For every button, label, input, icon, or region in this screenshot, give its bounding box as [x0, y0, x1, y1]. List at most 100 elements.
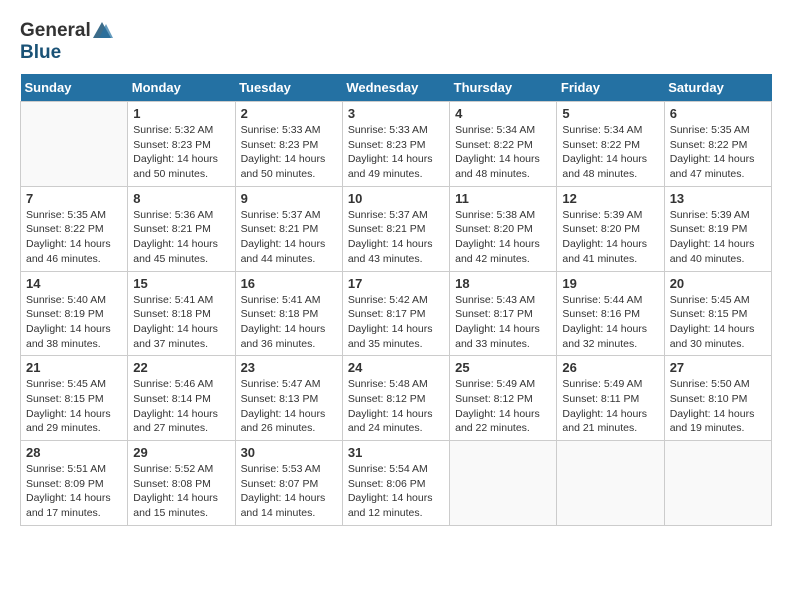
calendar-cell: 22Sunrise: 5:46 AM Sunset: 8:14 PM Dayli…	[128, 356, 235, 441]
calendar-cell	[557, 441, 664, 526]
day-number: 27	[670, 360, 766, 375]
calendar-cell: 6 Sunrise: 5:35 AM Sunset: 8:22 PM Daylig…	[664, 102, 771, 187]
day-number: 10	[348, 191, 444, 206]
calendar-cell: 21 Sunrise: 5:45 AM Sunset: 8:15 PM Dayli…	[21, 356, 128, 441]
day-detail: Sunrise: 5:45 AM Sunset: 8:15 PM Dayligh…	[670, 293, 766, 352]
calendar-cell: 1 Sunrise: 5:32 AM Sunset: 8:23 PM Daylig…	[128, 102, 235, 187]
day-number: 3	[348, 106, 444, 121]
day-number: 31	[348, 445, 444, 460]
logo-general-text: General	[20, 20, 91, 42]
calendar-cell: 13 Sunrise: 5:39 AM Sunset: 8:19 PM Dayli…	[664, 186, 771, 271]
calendar-cell: 9 Sunrise: 5:37 AM Sunset: 8:21 PM Daylig…	[235, 186, 342, 271]
week-row-2: 14 Sunrise: 5:40 AM Sunset: 8:19 PM Dayli…	[21, 271, 772, 356]
day-number: 8	[133, 191, 229, 206]
header-day-wednesday: Wednesday	[342, 74, 449, 102]
calendar-cell: 29Sunrise: 5:52 AM Sunset: 8:08 PM Dayli…	[128, 441, 235, 526]
day-detail: Sunrise: 5:32 AM Sunset: 8:23 PM Dayligh…	[133, 123, 229, 182]
calendar-table: SundayMondayTuesdayWednesdayThursdayFrid…	[20, 74, 772, 526]
calendar-cell: 20 Sunrise: 5:45 AM Sunset: 8:15 PM Dayli…	[664, 271, 771, 356]
day-detail: Sunrise: 5:47 AM Sunset: 8:13 PM Dayligh…	[241, 377, 337, 436]
day-detail: Sunrise: 5:35 AM Sunset: 8:22 PM Dayligh…	[670, 123, 766, 182]
header-day-friday: Friday	[557, 74, 664, 102]
day-number: 23	[241, 360, 337, 375]
day-number: 16	[241, 276, 337, 291]
header-row: SundayMondayTuesdayWednesdayThursdayFrid…	[21, 74, 772, 102]
week-row-4: 28Sunrise: 5:51 AM Sunset: 8:09 PM Dayli…	[21, 441, 772, 526]
calendar-cell: 18Sunrise: 5:43 AM Sunset: 8:17 PM Dayli…	[450, 271, 557, 356]
week-row-1: 7Sunrise: 5:35 AM Sunset: 8:22 PM Daylig…	[21, 186, 772, 271]
calendar-header: SundayMondayTuesdayWednesdayThursdayFrid…	[21, 74, 772, 102]
calendar-cell: 2 Sunrise: 5:33 AM Sunset: 8:23 PM Daylig…	[235, 102, 342, 187]
calendar-cell: 11Sunrise: 5:38 AM Sunset: 8:20 PM Dayli…	[450, 186, 557, 271]
calendar-cell: 7Sunrise: 5:35 AM Sunset: 8:22 PM Daylig…	[21, 186, 128, 271]
page-header: General Blue	[20, 20, 772, 64]
day-detail: Sunrise: 5:41 AM Sunset: 8:18 PM Dayligh…	[133, 293, 229, 352]
day-number: 28	[26, 445, 122, 460]
day-number: 29	[133, 445, 229, 460]
day-number: 19	[562, 276, 658, 291]
day-detail: Sunrise: 5:41 AM Sunset: 8:18 PM Dayligh…	[241, 293, 337, 352]
day-detail: Sunrise: 5:37 AM Sunset: 8:21 PM Dayligh…	[241, 208, 337, 267]
calendar-cell: 30 Sunrise: 5:53 AM Sunset: 8:07 PM Dayli…	[235, 441, 342, 526]
day-number: 14	[26, 276, 122, 291]
day-detail: Sunrise: 5:43 AM Sunset: 8:17 PM Dayligh…	[455, 293, 551, 352]
logo-icon	[91, 20, 113, 42]
calendar-cell: 25 Sunrise: 5:49 AM Sunset: 8:12 PM Dayli…	[450, 356, 557, 441]
day-number: 17	[348, 276, 444, 291]
day-number: 7	[26, 191, 122, 206]
day-detail: Sunrise: 5:40 AM Sunset: 8:19 PM Dayligh…	[26, 293, 122, 352]
calendar-cell: 28Sunrise: 5:51 AM Sunset: 8:09 PM Dayli…	[21, 441, 128, 526]
day-detail: Sunrise: 5:33 AM Sunset: 8:23 PM Dayligh…	[348, 123, 444, 182]
day-detail: Sunrise: 5:39 AM Sunset: 8:19 PM Dayligh…	[670, 208, 766, 267]
logo: General Blue	[20, 20, 113, 64]
calendar-cell: 12 Sunrise: 5:39 AM Sunset: 8:20 PM Dayli…	[557, 186, 664, 271]
day-detail: Sunrise: 5:45 AM Sunset: 8:15 PM Dayligh…	[26, 377, 122, 436]
day-number: 24	[348, 360, 444, 375]
calendar-cell: 16 Sunrise: 5:41 AM Sunset: 8:18 PM Dayli…	[235, 271, 342, 356]
day-detail: Sunrise: 5:53 AM Sunset: 8:07 PM Dayligh…	[241, 462, 337, 521]
day-number: 11	[455, 191, 551, 206]
header-day-saturday: Saturday	[664, 74, 771, 102]
day-detail: Sunrise: 5:34 AM Sunset: 8:22 PM Dayligh…	[562, 123, 658, 182]
calendar-cell: 17 Sunrise: 5:42 AM Sunset: 8:17 PM Dayli…	[342, 271, 449, 356]
day-number: 26	[562, 360, 658, 375]
day-number: 20	[670, 276, 766, 291]
day-detail: Sunrise: 5:54 AM Sunset: 8:06 PM Dayligh…	[348, 462, 444, 521]
day-number: 12	[562, 191, 658, 206]
logo-blue-text: Blue	[20, 42, 61, 63]
calendar-body: 1 Sunrise: 5:32 AM Sunset: 8:23 PM Daylig…	[21, 102, 772, 526]
calendar-cell: 10Sunrise: 5:37 AM Sunset: 8:21 PM Dayli…	[342, 186, 449, 271]
day-number: 21	[26, 360, 122, 375]
calendar-cell	[450, 441, 557, 526]
day-number: 30	[241, 445, 337, 460]
calendar-cell	[21, 102, 128, 187]
day-number: 1	[133, 106, 229, 121]
day-number: 13	[670, 191, 766, 206]
calendar-cell: 5 Sunrise: 5:34 AM Sunset: 8:22 PM Daylig…	[557, 102, 664, 187]
day-detail: Sunrise: 5:50 AM Sunset: 8:10 PM Dayligh…	[670, 377, 766, 436]
header-day-monday: Monday	[128, 74, 235, 102]
calendar-cell: 8Sunrise: 5:36 AM Sunset: 8:21 PM Daylig…	[128, 186, 235, 271]
day-detail: Sunrise: 5:33 AM Sunset: 8:23 PM Dayligh…	[241, 123, 337, 182]
day-number: 4	[455, 106, 551, 121]
day-detail: Sunrise: 5:44 AM Sunset: 8:16 PM Dayligh…	[562, 293, 658, 352]
day-detail: Sunrise: 5:49 AM Sunset: 8:12 PM Dayligh…	[455, 377, 551, 436]
day-detail: Sunrise: 5:42 AM Sunset: 8:17 PM Dayligh…	[348, 293, 444, 352]
day-number: 22	[133, 360, 229, 375]
day-detail: Sunrise: 5:48 AM Sunset: 8:12 PM Dayligh…	[348, 377, 444, 436]
calendar-cell	[664, 441, 771, 526]
calendar-cell: 3 Sunrise: 5:33 AM Sunset: 8:23 PM Daylig…	[342, 102, 449, 187]
day-number: 2	[241, 106, 337, 121]
calendar-cell: 4 Sunrise: 5:34 AM Sunset: 8:22 PM Daylig…	[450, 102, 557, 187]
day-detail: Sunrise: 5:49 AM Sunset: 8:11 PM Dayligh…	[562, 377, 658, 436]
header-day-thursday: Thursday	[450, 74, 557, 102]
day-number: 5	[562, 106, 658, 121]
day-number: 9	[241, 191, 337, 206]
calendar-cell: 31 Sunrise: 5:54 AM Sunset: 8:06 PM Dayli…	[342, 441, 449, 526]
day-number: 6	[670, 106, 766, 121]
day-detail: Sunrise: 5:39 AM Sunset: 8:20 PM Dayligh…	[562, 208, 658, 267]
calendar-cell: 14 Sunrise: 5:40 AM Sunset: 8:19 PM Dayli…	[21, 271, 128, 356]
day-number: 25	[455, 360, 551, 375]
calendar-cell: 19 Sunrise: 5:44 AM Sunset: 8:16 PM Dayli…	[557, 271, 664, 356]
day-detail: Sunrise: 5:34 AM Sunset: 8:22 PM Dayligh…	[455, 123, 551, 182]
